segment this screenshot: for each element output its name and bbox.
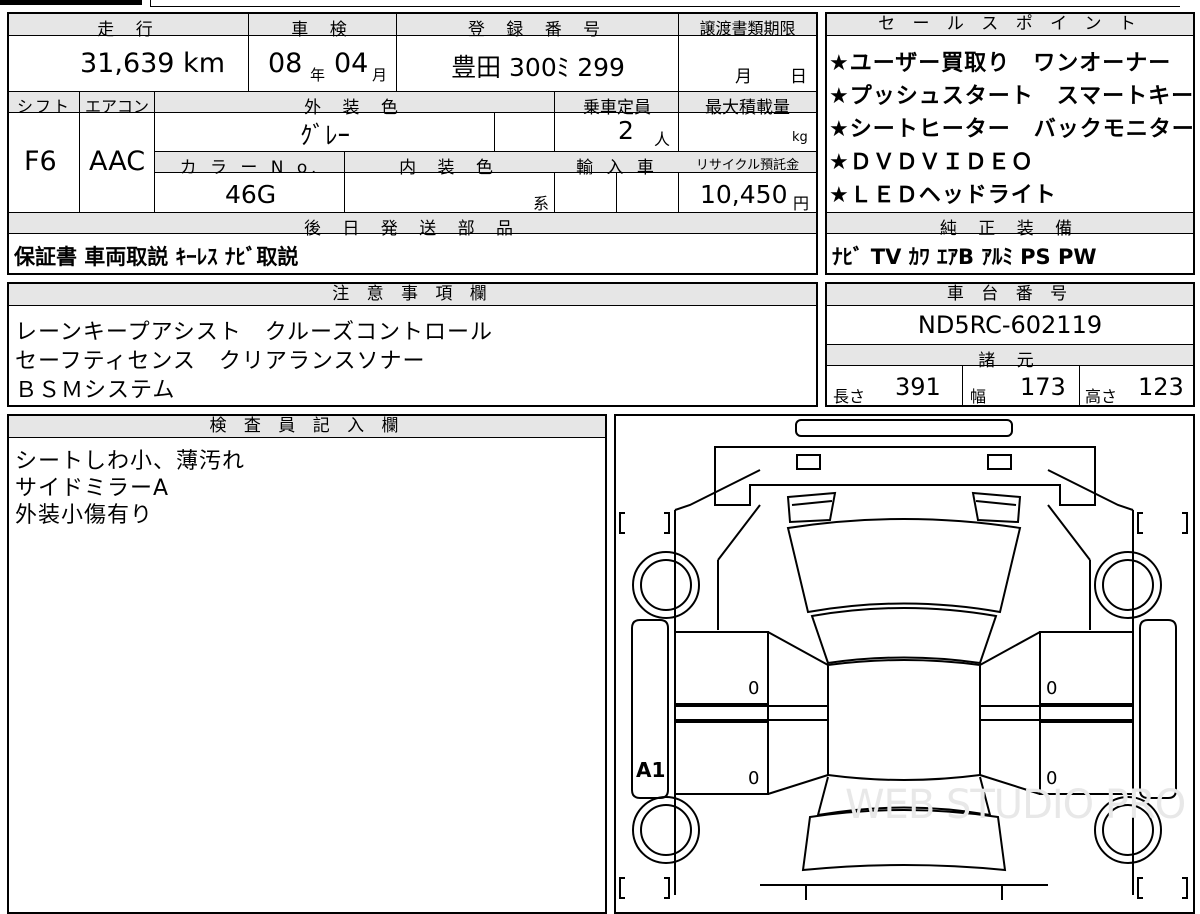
import-header: 輸 入 車: [576, 158, 658, 178]
note-line-3: ＢＳＭシステム: [15, 378, 176, 403]
length-label: 長さ: [833, 387, 866, 406]
genuine-equipment-header: 純 正 装 備: [939, 219, 1081, 239]
mileage-header: 走 行: [97, 20, 161, 40]
chassis-header: 車 台 番 号: [827, 284, 1193, 306]
height-label: 高さ: [1085, 387, 1118, 406]
shift-header: シフト: [16, 97, 71, 116]
color-no-value: 46G: [225, 180, 277, 209]
inspector-header: 検 査 員 記 入 欄: [9, 416, 605, 438]
length-value: 391: [895, 373, 941, 401]
genuine-equipment-value: ﾅﾋﾞ TV ｶﾜ ｴｱB ｱﾙﾐ PS PW: [832, 245, 1097, 269]
damage-mark-rear-left: 0: [748, 768, 760, 789]
width-value: 173: [1020, 373, 1066, 401]
transfer-day-unit: 日: [790, 67, 807, 87]
max-load-header: 最大積載量: [705, 98, 790, 118]
sales-points-header: セ ー ル ス ポ イ ン ト: [827, 14, 1193, 36]
sales-point-1: ★ユーザー買取り ワンオーナー: [829, 51, 1172, 76]
height-value: 123: [1138, 373, 1184, 401]
sales-point-4: ★ＤＶＤＶＩＤＥＯ: [829, 150, 1034, 175]
exterior-color-header: 外 装 色: [304, 98, 406, 118]
chassis-number: ND5RC-602119: [917, 311, 1103, 339]
sales-point-5: ★ＬＥＤヘッドライト: [829, 183, 1057, 208]
aircon-value: AAC: [89, 146, 146, 177]
later-parts-value: 保証書 車両取説 ｷｰﾚｽ ﾅﾋﾞ取説: [14, 245, 299, 269]
top-strip: [150, 0, 1180, 7]
damage-mark-front-left: 0: [748, 678, 760, 699]
sales-point-2: ★プッシュスタート スマートキー: [829, 84, 1195, 109]
inspection-month-unit: 月: [372, 66, 388, 84]
shift-value: F6: [24, 146, 57, 177]
watermark: WEB STUDIO PRO: [845, 782, 1186, 828]
damage-mark-front-right: 0: [1046, 678, 1058, 699]
inspector-note-3: 外装小傷有り: [15, 503, 154, 528]
capacity-unit: 人: [654, 130, 671, 149]
interior-color-suffix: 系: [533, 194, 550, 213]
aircon-header: エアコン: [84, 97, 149, 116]
transfer-deadline-header: 譲渡書類期限: [699, 19, 796, 38]
notes-header: 注 意 事 項 欄: [9, 284, 816, 306]
inspection-year: 08: [268, 48, 303, 79]
sales-point-3: ★シートヒーター バックモニター: [829, 117, 1195, 142]
note-line-1: レーンキープアシスト クルーズコントロール: [15, 320, 493, 345]
recycle-header: リサイクル預託金: [695, 158, 800, 173]
mileage-value: 31,639 km: [80, 48, 225, 79]
damage-mark-left-side: A1: [636, 758, 666, 782]
recycle-value: 10,450: [700, 180, 788, 209]
capacity-header: 乗車定員: [583, 98, 651, 118]
registration-number: 豊田 300ﾐ 299: [451, 53, 625, 82]
inspection-month: 04: [334, 48, 369, 79]
specs-header: 諸 元: [978, 351, 1042, 371]
inspection-year-unit: 年: [310, 66, 326, 84]
top-black-bar: [0, 0, 142, 5]
max-load-unit: kg: [792, 130, 808, 145]
width-label: 幅: [970, 387, 987, 406]
note-line-2: セーフティセンス クリアランスソナー: [15, 349, 426, 374]
exterior-color-value: ｸﾞﾚｰ: [299, 121, 350, 150]
recycle-unit: 円: [793, 194, 810, 213]
registration-header: 登 録 番 号: [467, 20, 609, 40]
capacity-value: 2: [618, 116, 634, 145]
later-parts-header: 後 日 発 送 部 品: [303, 219, 522, 239]
transfer-month-unit: 月: [735, 67, 752, 87]
inspection-header: 車 検: [291, 20, 355, 40]
interior-color-header: 内 装 色: [399, 158, 501, 178]
color-no-header: カ ラ ー N o.: [179, 158, 321, 178]
